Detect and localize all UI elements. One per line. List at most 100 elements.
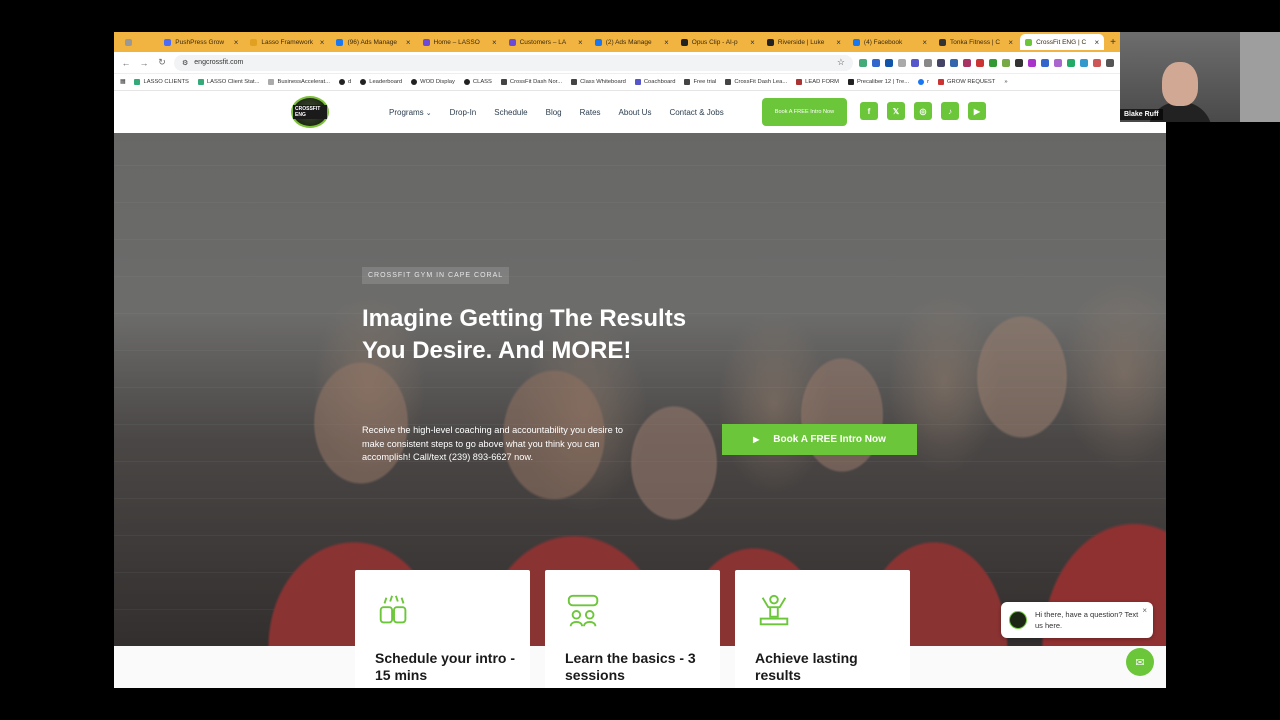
bookmark-d[interactable]: d [338, 79, 351, 85]
bookmark-star-icon[interactable]: ☆ [837, 57, 845, 68]
crossfit-eng-logo[interactable]: CROSSFIT ENG [291, 96, 329, 128]
bookmark-business-accelerator[interactable]: BusinessAccelerat... [268, 79, 330, 85]
new-tab-icon[interactable]: + [1106, 37, 1120, 48]
chat-launcher-icon[interactable]: ✉ [1126, 648, 1154, 676]
feature-card-achieve[interactable]: Achieve lasting results [735, 570, 910, 688]
feature-card-schedule[interactable]: Schedule your intro - 15 mins [355, 570, 530, 688]
hero-headline: Imagine Getting The Results You Desire. … [362, 305, 687, 364]
bookmark-icon [848, 79, 854, 85]
tab-pushpress[interactable]: PushPress Grow × [159, 34, 243, 50]
extension-icon[interactable] [1002, 58, 1010, 67]
play-icon: ▶ [753, 435, 760, 444]
bookmark-icon [500, 79, 507, 85]
youtube-icon[interactable]: ▶ [968, 102, 986, 120]
extension-icon[interactable] [1067, 58, 1075, 67]
nav-drop-in[interactable]: Drop-In [450, 108, 477, 117]
nav-programs[interactable]: Programs ⌄ [389, 108, 432, 117]
nav-contact-jobs[interactable]: Contact & Jobs [669, 108, 723, 117]
tab-ads-manager-1[interactable]: (96) Ads Manage × [331, 34, 415, 50]
tab-close-icon[interactable]: × [578, 38, 583, 47]
bookmark-icon [268, 79, 275, 85]
bookmark-r[interactable]: r [918, 79, 929, 85]
site-info-icon[interactable]: ⚙ [182, 59, 188, 67]
bookmark-crossfit-dash-lea[interactable]: CrossFit Dash Lea... [725, 79, 787, 85]
nav-schedule[interactable]: Schedule [494, 108, 527, 117]
extension-icon[interactable] [976, 58, 984, 67]
bookmark-leaderboard[interactable]: Leaderboard [360, 79, 402, 85]
extension-icon[interactable] [1028, 58, 1036, 67]
extension-icon[interactable] [885, 58, 893, 67]
bookmark-class-whiteboard[interactable]: Class Whiteboard [571, 79, 626, 85]
forward-icon[interactable]: → [138, 58, 150, 68]
tab-close-icon[interactable]: × [750, 38, 755, 47]
tab-crossfit-eng[interactable]: CrossFit ENG | C × [1020, 34, 1105, 50]
book-intro-nav-button[interactable]: Book A FREE Intro Now [762, 98, 847, 126]
tab-tonka-fitness[interactable]: Tonka Fitness | C × [934, 34, 1018, 50]
tab-ads-manager-2[interactable]: (2) Ads Manage × [590, 34, 674, 50]
facebook-icon[interactable]: f [860, 102, 878, 120]
nav-blog[interactable]: Blog [546, 108, 562, 117]
bookmark-free-trial[interactable]: Free trial [684, 79, 716, 85]
url-input[interactable]: ⚙ engcrossfit.com ☆ [174, 54, 853, 71]
tab-pinned[interactable] [120, 34, 157, 50]
close-icon[interactable]: × [1142, 606, 1147, 615]
tab-opus-clip[interactable]: Opus Clip - AI-p × [676, 34, 760, 50]
tab-close-icon[interactable]: × [320, 38, 325, 47]
instagram-icon[interactable]: ◎ [914, 102, 932, 120]
tiktok-icon[interactable]: ♪ [941, 102, 959, 120]
extension-icon[interactable] [924, 58, 932, 67]
chat-avatar [1009, 611, 1027, 629]
bookmark-wod-display[interactable]: WOD Display [411, 79, 455, 85]
extension-icon[interactable] [859, 58, 867, 67]
tab-riverside[interactable]: Riverside | Luke × [762, 34, 846, 50]
bookmark-precaliber[interactable]: Precaliber 12 | Tre... [848, 79, 909, 85]
tab-close-icon[interactable]: × [922, 38, 927, 47]
extensions-puzzle-icon[interactable] [1106, 58, 1114, 67]
tab-customers-lasso[interactable]: Customers – LA × [504, 34, 588, 50]
tab-close-icon[interactable]: × [664, 38, 669, 47]
tab-close-icon[interactable]: × [234, 38, 239, 47]
tab-lasso-framework[interactable]: Lasso Framework × [245, 34, 329, 50]
tab-favicon [336, 38, 344, 46]
back-icon[interactable]: ← [120, 58, 132, 68]
tab-home-lasso[interactable]: Home – LASSO × [418, 34, 502, 50]
tab-favicon [250, 38, 258, 46]
tab-close-icon[interactable]: × [492, 38, 497, 47]
nav-rates[interactable]: Rates [580, 108, 601, 117]
tab-close-icon[interactable]: × [406, 38, 411, 47]
tab-close-icon[interactable]: × [836, 38, 841, 47]
tab-favicon [508, 38, 516, 46]
extension-icon[interactable] [1093, 58, 1101, 67]
chat-popup[interactable]: Hi there, have a question? Text us here.… [1001, 602, 1153, 638]
x-twitter-icon[interactable]: 𝕏 [887, 102, 905, 120]
more-bookmarks-icon[interactable]: » [1004, 79, 1007, 85]
extension-icon[interactable] [1041, 58, 1049, 67]
bookmark-class[interactable]: CLASS [463, 79, 492, 85]
extension-icon[interactable] [1080, 58, 1088, 67]
feature-card-learn[interactable]: Learn the basics - 3 sessions [545, 570, 720, 688]
bookmark-lead-form[interactable]: LEAD FORM [796, 79, 839, 85]
tab-facebook[interactable]: (4) Facebook × [848, 34, 932, 50]
bookmark-coachboard[interactable]: Coachboard [634, 79, 675, 85]
site-header: CROSSFIT ENG Programs ⌄ Drop-In Schedule … [114, 92, 1166, 133]
extension-icon[interactable] [989, 58, 997, 67]
bookmark-lasso-clients[interactable]: LASSO CLIENTS [134, 79, 189, 85]
apps-grid-icon[interactable]: ▦ [120, 79, 125, 85]
extension-icon[interactable] [898, 58, 906, 67]
tab-close-icon[interactable]: × [1094, 38, 1099, 47]
extension-icon[interactable] [872, 58, 880, 67]
nav-about-us[interactable]: About Us [619, 108, 652, 117]
webcam-background [1240, 32, 1280, 122]
extension-icon[interactable] [1054, 58, 1062, 67]
extension-icon[interactable] [937, 58, 945, 67]
book-intro-hero-button[interactable]: ▶ Book A FREE Intro Now [722, 424, 917, 455]
bookmark-crossfit-dash-nor[interactable]: CrossFit Dash Nor... [500, 79, 562, 85]
extension-icon[interactable] [1015, 58, 1023, 67]
reload-icon[interactable]: ↻ [156, 57, 168, 68]
extension-icon[interactable] [950, 58, 958, 67]
extension-icon[interactable] [911, 58, 919, 67]
bookmark-lasso-client-stat[interactable]: LASSO Client Stat... [197, 79, 259, 85]
tab-close-icon[interactable]: × [1008, 38, 1013, 47]
extension-icon[interactable] [963, 58, 971, 67]
bookmark-grow-request[interactable]: GROW REQUEST [938, 79, 995, 85]
